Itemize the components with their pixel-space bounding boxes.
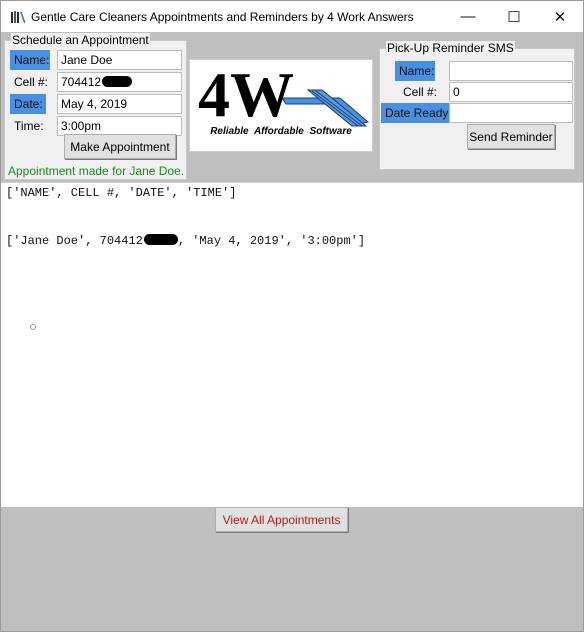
reminder-date-ready-label: Date Ready:	[381, 103, 452, 123]
books-icon	[10, 10, 26, 24]
redaction-mark	[102, 76, 133, 87]
output-header-line: ['NAME', CELL #, 'DATE', 'TIME']	[6, 186, 237, 200]
reminder-cell-label: Cell #:	[403, 85, 438, 99]
schedule-time-label: Time:	[14, 119, 44, 133]
schedule-cell-label: Cell #:	[14, 75, 49, 89]
logo-tagline: Reliable Affordable Software	[210, 126, 352, 137]
company-logo: 4W Reliable Affordable Software	[189, 59, 373, 152]
minimize-button[interactable]: —	[445, 1, 491, 32]
send-reminder-button[interactable]: Send Reminder	[467, 124, 555, 149]
reminder-frame-title: Pick-Up Reminder SMS	[386, 41, 515, 55]
reminder-frame: Pick-Up Reminder SMS Name: Cell #: 0 Dat…	[379, 41, 575, 170]
schedule-date-field[interactable]: May 4, 2019	[57, 94, 182, 114]
reminder-name-label: Name:	[395, 61, 435, 81]
app-window: Gentle Care Cleaners Appointments and Re…	[0, 0, 584, 632]
schedule-frame-title: Schedule an Appointment	[11, 33, 150, 47]
cursor-marker-icon	[30, 324, 36, 330]
schedule-name-field[interactable]: Jane Doe	[57, 50, 182, 70]
redaction-mark	[143, 234, 178, 245]
logo-mark: 4W	[198, 59, 294, 130]
schedule-time-field[interactable]: 3:00pm	[57, 116, 182, 136]
close-icon: ✕	[553, 8, 567, 26]
appointment-status-text: Appointment made for Jane Doe.	[8, 164, 185, 178]
close-button[interactable]: ✕	[537, 1, 583, 32]
reminder-cell-field[interactable]: 0	[449, 82, 573, 102]
minimize-icon: —	[460, 8, 476, 25]
maximize-button[interactable]: ☐	[491, 1, 537, 32]
make-appointment-button[interactable]: Make Appointment	[64, 134, 176, 159]
top-panel: Schedule an Appointment Name: Jane Doe C…	[1, 32, 583, 182]
schedule-name-label: Name:	[10, 50, 50, 70]
appointments-output[interactable]: ['NAME', CELL #, 'DATE', 'TIME'] ['Jane …	[1, 182, 583, 507]
reminder-name-field[interactable]	[449, 61, 573, 81]
output-row-line: ['Jane Doe', 704412, 'May 4, 2019', '3:0…	[6, 234, 366, 248]
schedule-date-label: Date:	[10, 94, 46, 114]
title-bar[interactable]: Gentle Care Cleaners Appointments and Re…	[1, 1, 583, 32]
schedule-cell-field[interactable]: 704412	[57, 72, 182, 92]
bottom-panel: View All Appointments	[1, 507, 583, 631]
window-title: Gentle Care Cleaners Appointments and Re…	[31, 9, 414, 24]
reminder-date-ready-field[interactable]	[449, 103, 573, 123]
view-all-appointments-button[interactable]: View All Appointments	[215, 507, 348, 532]
maximize-icon: ☐	[507, 8, 521, 26]
schedule-frame: Schedule an Appointment Name: Jane Doe C…	[4, 33, 187, 180]
